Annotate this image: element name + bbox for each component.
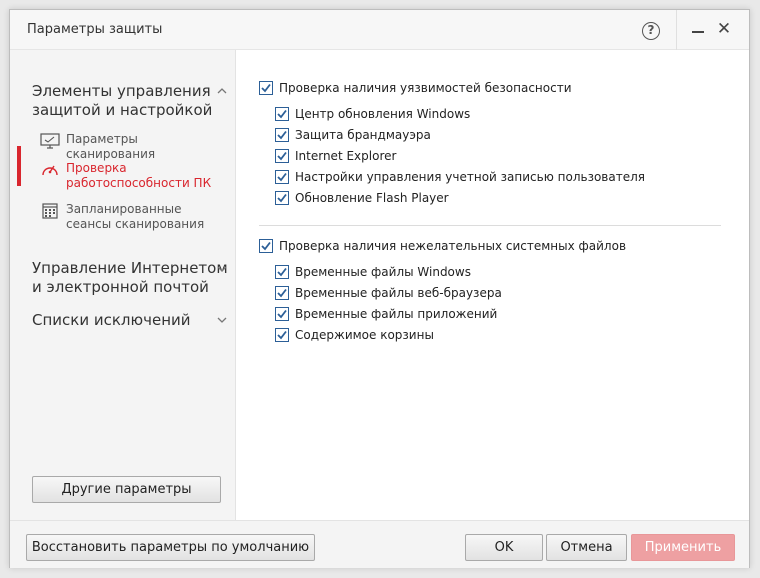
checkbox[interactable] [275,128,289,142]
help-icon[interactable]: ? [642,22,660,40]
sidebar-item-label: Проверка работоспособности ПК [66,161,212,190]
settings-window: Параметры защиты ? ✕ Элементы управления… [9,9,750,568]
dialog-footer: Восстановить параметры по умолчанию OK О… [10,520,749,568]
checkbox-label: Настройки управления учетной записью пол… [295,170,645,184]
ok-button[interactable]: OK [465,534,543,561]
restore-defaults-button[interactable]: Восстановить параметры по умолчанию [26,534,315,561]
active-indicator [17,146,21,186]
sidebar-group-label: Элементы управления защитой и настройкой [32,82,213,119]
apply-button[interactable]: Применить [631,534,735,561]
checkbox[interactable] [275,107,289,121]
chevron-down-icon[interactable] [217,315,227,325]
gauge-icon [40,161,60,179]
chevron-up-icon[interactable] [217,86,227,96]
checkbox[interactable] [259,81,273,95]
checkbox-label: Проверка наличия уязвимостей безопасност… [279,81,572,95]
checkbox-label: Временные файлы Windows [295,265,471,279]
checkbox[interactable] [259,239,273,253]
sidebar-item-label: Параметры сканирования [66,132,156,161]
monitor-icon [40,132,60,150]
checkbox-label: Временные файлы приложений [295,307,498,321]
checkbox-label: Временные файлы веб-браузера [295,286,502,300]
checkbox-label: Содержимое корзины [295,328,434,342]
calendar-icon [40,202,60,220]
checkbox[interactable] [275,286,289,300]
checkbox-label: Центр обновления Windows [295,107,471,121]
sidebar-group-label: Управление Интернетом и электронной почт… [32,259,228,296]
sidebar-group-exclusions[interactable]: Списки исключений [32,311,232,330]
checkbox[interactable] [275,191,289,205]
minimize-icon[interactable] [692,22,706,38]
checkbox[interactable] [275,170,289,184]
checkbox[interactable] [275,149,289,163]
checkbox[interactable] [275,265,289,279]
chevron-down-icon[interactable] [217,264,227,274]
checkbox-label: Проверка наличия нежелательных системных… [279,239,627,253]
titlebar-divider [676,10,677,50]
sidebar-group-internet-email[interactable]: Управление Интернетом и электронной почт… [32,259,232,297]
sidebar-group-protection[interactable]: Элементы управления защитой и настройкой [32,82,232,120]
sidebar-group-label: Списки исключений [32,311,191,329]
checkbox-label: Internet Explorer [295,149,397,163]
checkbox[interactable] [275,328,289,342]
section-divider [259,225,721,226]
checkbox-label: Защита брандмауэра [295,128,431,142]
close-icon[interactable]: ✕ [716,21,732,38]
sidebar-item-label: Запланированные сеансы сканирования [66,202,205,231]
window-title: Параметры защиты [27,22,163,37]
checkbox[interactable] [275,307,289,321]
sidebar: Элементы управления защитой и настройкой… [10,50,236,520]
title-bar: Параметры защиты ? ✕ [10,10,749,50]
settings-panel: Проверка наличия уязвимостей безопасност… [237,50,749,520]
cancel-button[interactable]: Отмена [546,534,627,561]
checkbox-label: Обновление Flash Player [295,191,449,205]
other-settings-button[interactable]: Другие параметры [32,476,221,503]
